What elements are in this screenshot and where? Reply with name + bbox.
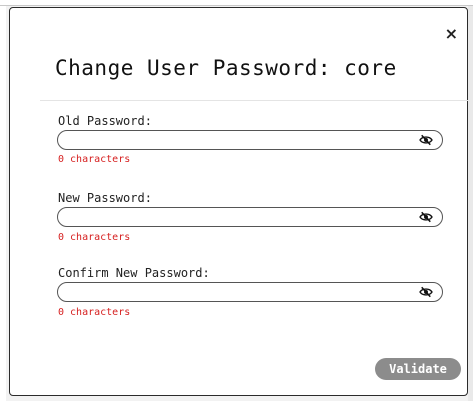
backdrop-left xyxy=(0,6,6,401)
close-button[interactable]: × xyxy=(445,26,458,42)
confirm-password-char-count: 0 characters xyxy=(58,307,131,318)
confirm-password-input[interactable] xyxy=(66,284,406,300)
confirm-password-field[interactable] xyxy=(57,282,443,302)
eye-slash-icon[interactable] xyxy=(419,286,433,298)
eye-slash-icon[interactable] xyxy=(419,211,433,223)
old-password-label: Old Password: xyxy=(58,114,152,128)
new-password-field[interactable] xyxy=(57,207,443,227)
new-password-label: New Password: xyxy=(58,191,152,205)
validate-button[interactable]: Validate xyxy=(375,358,461,380)
old-password-char-count: 0 characters xyxy=(58,154,131,165)
confirm-password-label: Confirm New Password: xyxy=(58,266,210,280)
old-password-field[interactable] xyxy=(57,130,443,150)
change-password-dialog: × Change User Password: core Old Passwor… xyxy=(9,7,468,396)
title-divider xyxy=(40,100,468,101)
old-password-input[interactable] xyxy=(66,132,406,148)
new-password-char-count: 0 characters xyxy=(58,232,131,243)
backdrop-top xyxy=(0,0,473,6)
new-password-input[interactable] xyxy=(66,209,406,225)
backdrop-right xyxy=(468,6,473,401)
eye-slash-icon[interactable] xyxy=(419,134,433,146)
dialog-title: Change User Password: core xyxy=(55,56,397,80)
